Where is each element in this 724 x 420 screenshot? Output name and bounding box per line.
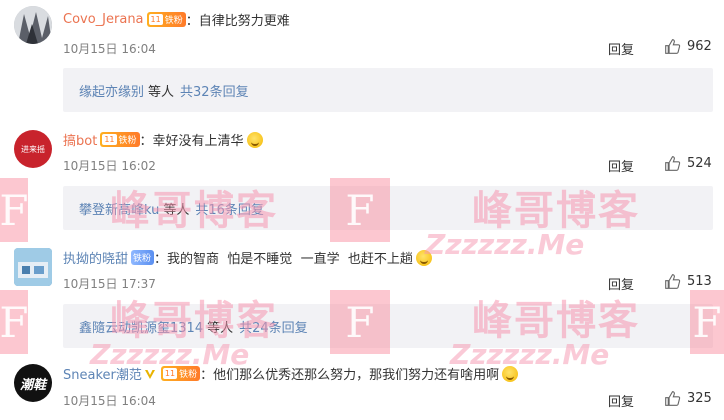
colon: ： (185, 14, 199, 29)
badge-text: 铁粉 (164, 16, 183, 26)
reply-author[interactable]: 攀登新高峰ku (79, 199, 159, 218)
colon: ： (139, 134, 153, 149)
replies-total-link[interactable]: 共32条回复 (180, 81, 249, 100)
comment-text: 我的智商 怕是不睡觉 一直学 也赶不上趟 (167, 252, 413, 267)
badge-level: 11 (148, 14, 163, 25)
reply-etc: 等人 (163, 202, 190, 218)
avatar-label: 进来摇 (21, 144, 45, 154)
verified-v-icon (144, 369, 155, 379)
sub-replies-box[interactable]: 攀登新高峰ku 等人 共16条回复 (63, 186, 713, 230)
username[interactable]: 搞bot (63, 130, 97, 149)
reply-button[interactable]: 回复 (608, 39, 634, 58)
comment-item: Covo_Jerana 11 铁粉 ： 自律比努力更难 10月15日 16:04 … (0, 0, 724, 120)
sub-replies-box[interactable]: 鑫隨云动凯源玺1314 等人 共24条回复 (63, 304, 713, 348)
reply-author[interactable]: 鑫隨云动凯源玺1314 (79, 317, 203, 336)
replies-total-link[interactable]: 共24条回复 (239, 317, 308, 336)
reply-etc: 等人 (148, 84, 175, 100)
fan-badge: 11 铁粉 (146, 12, 186, 27)
avatar-image (14, 6, 52, 44)
avatar[interactable]: 进来摇 (14, 130, 52, 168)
replies-total-link[interactable]: 共16条回复 (195, 199, 264, 218)
colon: ： (154, 252, 168, 267)
avatar[interactable] (14, 248, 52, 286)
reply-button[interactable]: 回复 (608, 391, 634, 410)
comment-time: 10月15日 16:04 (63, 42, 156, 56)
like-button[interactable]: 325 (664, 390, 712, 407)
fan-badge: 11 铁粉 (160, 366, 201, 381)
username[interactable]: Covo_Jerana (63, 12, 144, 27)
emoji-icon (502, 365, 519, 382)
comment-item: 进来摇 搞bot 11 铁粉 ： 幸好没有上清华 10月15日 16:02 回复 … (0, 120, 724, 230)
like-button[interactable]: 524 (664, 155, 712, 172)
like-count: 962 (687, 39, 712, 54)
fan-badge: 11 铁粉 (100, 132, 140, 147)
avatar[interactable] (14, 6, 52, 44)
thumbs-up-icon (665, 39, 681, 54)
badge-text: 铁粉 (118, 136, 137, 146)
like-button[interactable]: 513 (664, 273, 712, 290)
badge-text: 铁粉 (133, 254, 152, 264)
avatar-label: 潮鞋 (19, 377, 46, 393)
crying-emoji-icon (415, 249, 432, 266)
reply-button[interactable]: 回复 (608, 274, 634, 293)
comment-time: 10月15日 17:37 (63, 277, 156, 291)
fan-badge: 铁粉 (131, 250, 155, 265)
comment-item: 潮鞋 Sneaker潮范 11 铁粉 ： 他们那么优秀还那么努力，那我们努力还有啥… (0, 352, 724, 420)
reply-author[interactable]: 缘起亦缘别 (79, 81, 144, 100)
comment-text: 他们那么优秀还那么努力，那我们努力还有啥用啊 (213, 368, 500, 383)
comment-time: 10月15日 16:04 (63, 394, 156, 408)
badge-text: 铁粉 (179, 370, 198, 380)
comment-text: 自律比努力更难 (198, 14, 290, 29)
emoji-icon (246, 131, 263, 148)
like-button[interactable]: 962 (664, 38, 712, 55)
comment-item: 执拗的晓甜 铁粉 ： 我的智商 怕是不睡觉 一直学 也赶不上趟 10月15日 1… (0, 240, 724, 350)
like-count: 513 (687, 274, 712, 289)
username[interactable]: Sneaker潮范 (63, 364, 142, 383)
colon: ： (200, 368, 214, 383)
badge-level: 11 (102, 134, 117, 145)
thumbs-up-icon (665, 391, 681, 406)
sub-replies-box[interactable]: 缘起亦缘别 等人 共32条回复 (63, 68, 713, 112)
thumbs-up-icon (665, 156, 681, 171)
avatar-image (14, 248, 52, 286)
username[interactable]: 执拗的晓甜 (63, 248, 128, 267)
like-count: 524 (687, 156, 712, 171)
comment-time: 10月15日 16:02 (63, 159, 156, 173)
reply-etc: 等人 (207, 320, 234, 336)
badge-level: 11 (162, 368, 178, 379)
thumbs-up-icon (665, 274, 681, 289)
avatar[interactable]: 潮鞋 (14, 364, 52, 402)
comment-text: 幸好没有上清华 (152, 134, 244, 149)
like-count: 325 (687, 391, 712, 406)
reply-button[interactable]: 回复 (608, 156, 634, 175)
